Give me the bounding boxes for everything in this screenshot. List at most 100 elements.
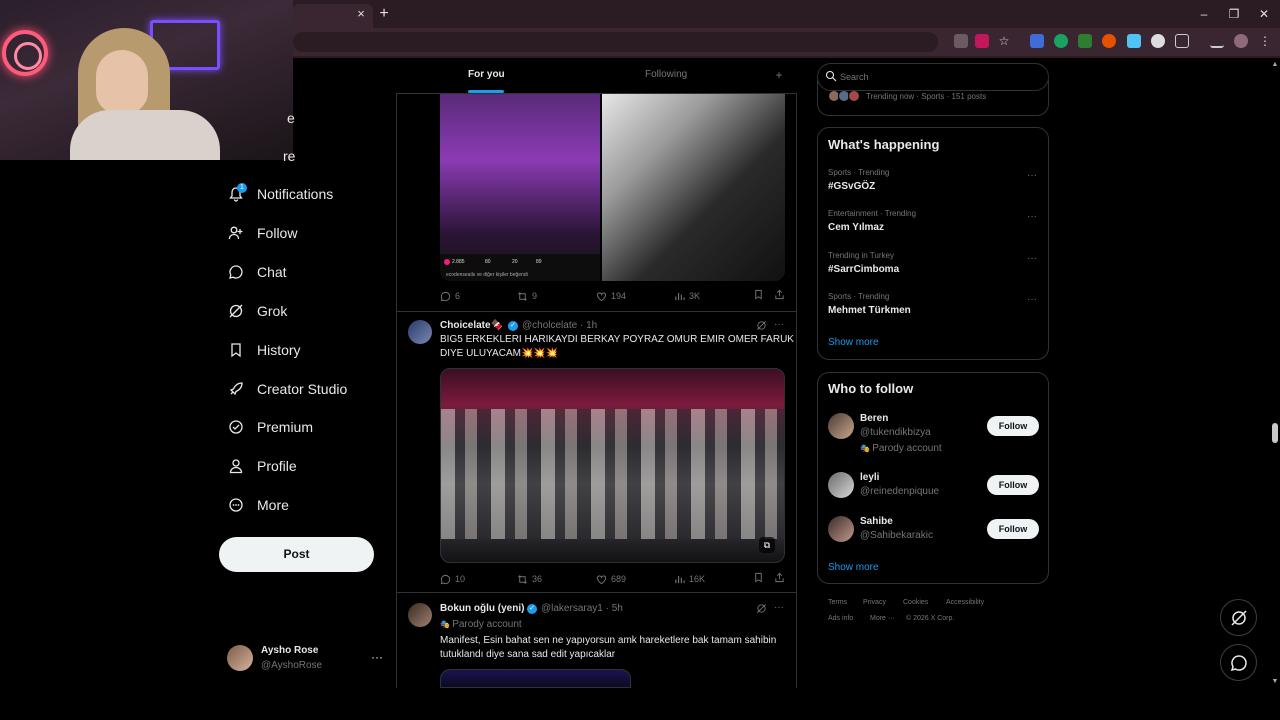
kebab-menu-icon[interactable]: ⋮ [1258, 34, 1272, 48]
reply-action[interactable]: 6 [440, 289, 460, 303]
views-action[interactable]: 16K [674, 572, 705, 586]
bookmark-icon[interactable] [752, 289, 764, 301]
trend-name[interactable]: #GSvGÖZ [828, 181, 875, 192]
tweet-media-concert[interactable] [440, 94, 600, 281]
reading-list-icon[interactable] [1210, 34, 1224, 48]
avatar[interactable] [408, 603, 432, 627]
bookmark-star-icon[interactable]: ☆ [997, 34, 1011, 48]
media-stat: 20 [512, 259, 518, 265]
add-tab-icon[interactable]: + [773, 68, 785, 82]
tweet-media-performer[interactable] [602, 94, 785, 281]
share-icon[interactable] [773, 289, 785, 301]
repost-action[interactable]: 36 [517, 572, 542, 586]
avatar[interactable] [828, 413, 854, 439]
share-icon[interactable] [773, 572, 785, 584]
follow-button[interactable]: Follow [987, 475, 1039, 495]
views-action[interactable]: 3K [674, 289, 700, 303]
messages-floating-button[interactable] [1220, 644, 1257, 681]
maximize-icon[interactable]: ❐ [1226, 6, 1242, 22]
footer-link[interactable]: Ads info [828, 615, 853, 622]
extension-icon[interactable] [1127, 34, 1141, 48]
tab-following[interactable]: Following [645, 69, 687, 80]
account-more-icon[interactable]: ··· [369, 650, 385, 664]
scroll-up-icon[interactable]: ▲ [1270, 60, 1280, 70]
nav-follow[interactable]: Follow [227, 221, 297, 245]
like-action[interactable]: 194 [596, 289, 626, 303]
avatar[interactable] [828, 516, 854, 542]
tweet-author-name[interactable]: Bokun oğlu (yeni) [440, 603, 524, 614]
grok-floating-button[interactable] [1220, 599, 1257, 636]
follow-button[interactable]: Follow [987, 416, 1039, 436]
nav-profile[interactable]: Profile [227, 454, 297, 478]
scroll-down-icon[interactable]: ▼ [1270, 677, 1280, 687]
trend-name[interactable]: Mehmet Türkmen [828, 305, 911, 316]
tweet-text-line: DIYE ULUYACAM💥💥💥 [440, 348, 559, 359]
footer-link[interactable]: Terms [828, 599, 847, 606]
translate-icon[interactable] [954, 34, 968, 48]
avatar[interactable] [408, 320, 432, 344]
tweet-more-icon[interactable]: ··· [773, 602, 785, 614]
nav-history[interactable]: History [227, 338, 301, 362]
tab-for-you[interactable]: For you [468, 69, 505, 80]
footer-link[interactable]: Accessibility [946, 599, 984, 606]
extension-icon[interactable] [975, 34, 989, 48]
bookmark-icon[interactable] [752, 572, 764, 584]
nav-more[interactable]: More [227, 493, 289, 517]
tweet-more-icon[interactable]: ··· [773, 319, 785, 331]
footer-link[interactable]: More ··· [870, 615, 895, 622]
scrollbar-thumb[interactable] [1272, 423, 1278, 443]
minimize-icon[interactable]: – [1196, 6, 1212, 22]
show-more-link[interactable]: Show more [828, 337, 879, 348]
footer-link[interactable]: Cookies [903, 599, 928, 606]
trend-more-icon[interactable]: ··· [1025, 295, 1039, 305]
extension-icon[interactable] [1054, 34, 1068, 48]
extension-icon[interactable] [1102, 34, 1116, 48]
trend-name[interactable]: #SarrCimboma [828, 264, 899, 275]
reply-action[interactable]: 10 [440, 572, 465, 586]
nav-premium[interactable]: Premium [227, 415, 313, 439]
nav-chat[interactable]: Chat [227, 260, 287, 284]
avatar[interactable] [828, 472, 854, 498]
grok-icon[interactable] [755, 603, 767, 615]
user-handle: @tukendikbizya [860, 427, 931, 438]
scrollbar[interactable] [1268, 58, 1280, 688]
post-button[interactable]: Post [219, 537, 374, 572]
grok-icon[interactable] [755, 320, 767, 332]
trending-now-text[interactable]: Trending now · Sports · 151 posts [866, 92, 986, 101]
address-bar[interactable] [293, 32, 938, 52]
heart-icon [596, 575, 607, 584]
nav-grok[interactable]: Grok [227, 299, 287, 323]
alt-badge-icon[interactable]: ⧉ [759, 537, 775, 553]
extension-icon[interactable] [1030, 34, 1044, 48]
author-name-text: Choicelate [440, 320, 491, 331]
puzzle-icon[interactable] [1175, 34, 1189, 48]
timeline-tabs [396, 58, 797, 94]
follow-button[interactable]: Follow [987, 519, 1039, 539]
extension-icon[interactable] [1151, 34, 1165, 48]
like-action[interactable]: 689 [596, 572, 626, 586]
user-handle: @reinedenpiquue [860, 486, 940, 497]
user-name[interactable]: leyli [860, 472, 879, 483]
tab-close-icon[interactable]: × [354, 6, 368, 22]
tweet-author-name[interactable]: Choicelate🍫 [440, 320, 503, 331]
repost-action[interactable]: 9 [517, 289, 537, 303]
nav-creator-studio[interactable]: Creator Studio [227, 377, 347, 401]
account-name: Aysho Rose [261, 645, 319, 656]
user-name[interactable]: Sahibe [860, 516, 893, 527]
trend-name[interactable]: Cem Yılmaz [828, 222, 884, 233]
shield-extension-icon[interactable] [1078, 34, 1092, 48]
tweet-media[interactable] [440, 669, 631, 688]
reply-count: 6 [455, 291, 461, 301]
footer-link[interactable]: Privacy [863, 599, 886, 606]
trend-more-icon[interactable]: ··· [1025, 171, 1039, 181]
window-close-icon[interactable]: ✕ [1256, 6, 1272, 22]
show-more-link[interactable]: Show more [828, 562, 879, 573]
user-name[interactable]: Beren [860, 413, 888, 424]
trend-more-icon[interactable]: ··· [1025, 254, 1039, 264]
tweet-photo-crowd[interactable]: ⧉ [440, 368, 785, 563]
avatar[interactable] [227, 645, 253, 671]
reply-icon [440, 291, 451, 301]
new-tab-icon[interactable]: + [376, 5, 392, 23]
trend-more-icon[interactable]: ··· [1025, 212, 1039, 222]
profile-avatar-icon[interactable] [1234, 34, 1248, 48]
